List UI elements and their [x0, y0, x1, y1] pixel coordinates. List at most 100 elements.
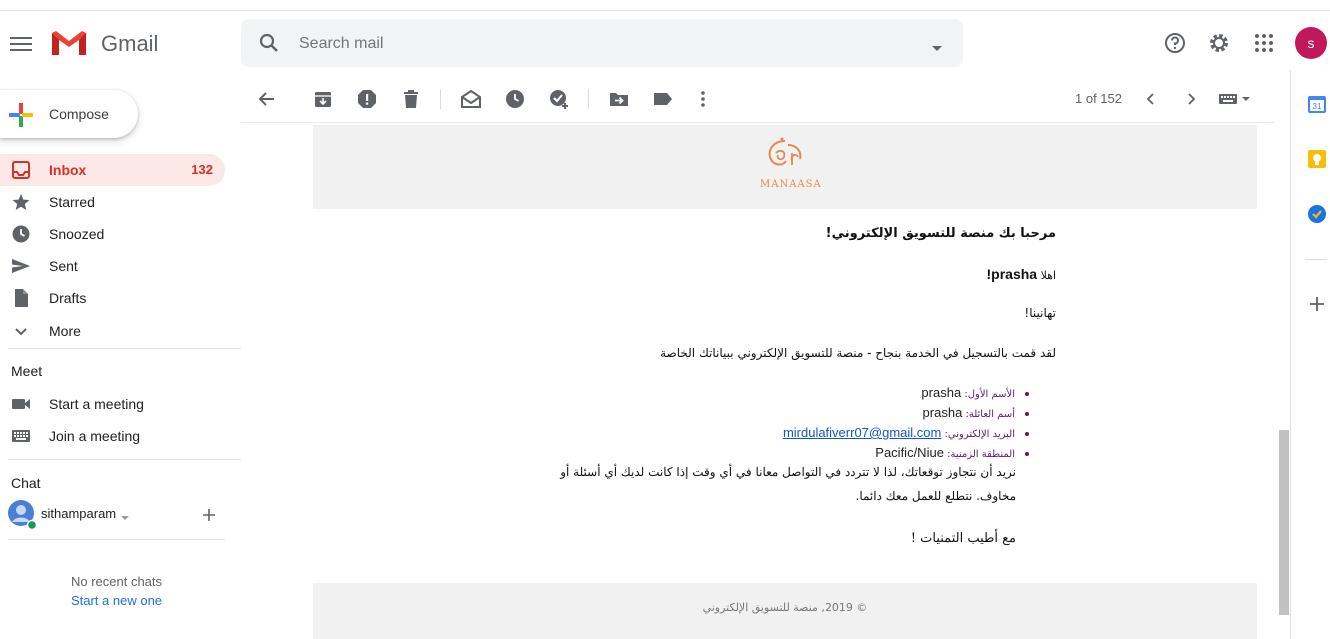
- keep-bulb-icon[interactable]: [1307, 149, 1327, 169]
- nav-item-starred[interactable]: Starred: [0, 186, 225, 218]
- draft-icon: [11, 288, 31, 308]
- field-value: Pacific/Niue: [875, 445, 944, 460]
- svg-text:31: 31: [1313, 102, 1322, 111]
- field-value: prasha: [921, 385, 962, 400]
- field-label: أسم العائلة:: [962, 409, 1015, 420]
- chat-user-name: sithamparam: [41, 506, 117, 521]
- greeting-prefix: اهلا: [1037, 269, 1056, 282]
- chevron-down-icon: [11, 321, 31, 341]
- add-chat-icon[interactable]: [202, 508, 216, 527]
- delete-trash-icon[interactable]: [400, 88, 422, 110]
- report-spam-icon[interactable]: [356, 88, 378, 110]
- nav-item-inbox[interactable]: Inbox 132: [0, 154, 225, 186]
- send-icon: [11, 256, 31, 276]
- footer-copyright: © 2019, منصة للتسويق الإلكتروني: [702, 601, 868, 614]
- nav-label: Drafts: [49, 290, 87, 306]
- mark-unread-icon[interactable]: [460, 88, 482, 110]
- no-recent-chats-text: No recent chats: [70, 574, 163, 589]
- nav-item-more[interactable]: More: [0, 315, 225, 347]
- account-avatar[interactable]: s: [1295, 27, 1327, 59]
- nav-item-snoozed[interactable]: Snoozed: [0, 218, 225, 250]
- email-greeting: اهلا prasha!: [800, 266, 1056, 283]
- scrollbar-thumb[interactable]: [1279, 430, 1289, 615]
- paragraph-line: نريد أن نتجاوز توقعاتك، لذا لا تتردد في …: [560, 465, 1016, 479]
- nav-item-sent[interactable]: Sent: [0, 250, 225, 282]
- star-icon: [11, 192, 31, 212]
- older-chevron-right-icon[interactable]: [1180, 88, 1202, 110]
- manaasa-logo-icon: [760, 135, 810, 184]
- side-panel-border: [1290, 70, 1291, 639]
- field-label: المنطقة الزمنية:: [943, 449, 1015, 460]
- inbox-icon: [11, 160, 31, 180]
- divider: [8, 539, 225, 540]
- email-welcome-heading: مرحبا بك منصة للتسويق الإلكتروني!: [825, 226, 1056, 241]
- archive-icon[interactable]: [312, 88, 334, 110]
- meet-heading: Meet: [11, 363, 43, 379]
- chevron-down-icon[interactable]: [120, 508, 130, 526]
- account-details-list: الأسم الأول: prasha أسم العائلة: prasha …: [760, 384, 1035, 464]
- move-to-icon[interactable]: [608, 88, 630, 110]
- video-camera-icon: [11, 394, 31, 414]
- start-meeting-label: Start a meeting: [49, 396, 144, 412]
- chat-user-item[interactable]: sithamparam: [8, 500, 238, 531]
- divider: [8, 459, 241, 460]
- toolbar-divider-line: [241, 122, 1274, 123]
- greeting-name: prasha!: [986, 266, 1038, 282]
- field-label: الأسم الأول:: [961, 389, 1015, 400]
- list-item: أسم العائلة: prasha: [760, 404, 1015, 424]
- search-options-icon[interactable]: [931, 39, 943, 57]
- email-footer: © 2019, منصة للتسويق الإلكتروني: [313, 583, 1257, 639]
- join-meeting-button[interactable]: Join a meeting: [0, 420, 225, 452]
- join-meeting-label: Join a meeting: [49, 428, 141, 444]
- nav-item-drafts[interactable]: Drafts: [0, 282, 225, 314]
- snooze-clock-icon[interactable]: [504, 88, 526, 110]
- email-address-link[interactable]: mirdulafiverr07@gmail.com: [783, 425, 941, 440]
- nav-label: Sent: [49, 258, 78, 274]
- email-paragraph: نريد أن نتجاوز توقعاتك، لذا لا تتردد في …: [520, 460, 1016, 508]
- user-avatar-icon: [8, 500, 38, 535]
- list-item: الأسم الأول: prasha: [760, 384, 1015, 404]
- paragraph-line: مخاوف. نتطلع للعمل معك دائما.: [855, 489, 1017, 503]
- gmail-logo-icon[interactable]: [50, 29, 88, 62]
- search-input[interactable]: [297, 31, 901, 57]
- main-menu-icon[interactable]: [10, 33, 32, 53]
- help-icon[interactable]: [1163, 31, 1187, 55]
- more-options-icon[interactable]: [692, 88, 714, 110]
- brand-logo-text: MANAASA: [760, 179, 822, 190]
- toolbar-divider: [440, 89, 441, 109]
- field-value: prasha: [922, 405, 963, 420]
- settings-gear-icon[interactable]: [1207, 31, 1231, 55]
- add-task-icon[interactable]: [548, 88, 570, 110]
- apps-grid-icon[interactable]: [1252, 31, 1276, 55]
- search-icon[interactable]: [257, 31, 281, 60]
- list-item: البريد الإلكتروني: mirdulafiverr07@gmail…: [760, 424, 1015, 444]
- toolbar-divider: [588, 89, 589, 109]
- search-bar[interactable]: [241, 19, 963, 67]
- pagination-count: 1 of 152: [1075, 91, 1122, 106]
- keyboard-icon: [11, 426, 31, 446]
- label-tag-icon[interactable]: [652, 88, 674, 110]
- compose-label: Compose: [49, 106, 109, 122]
- newer-chevron-left-icon[interactable]: [1140, 88, 1162, 110]
- compose-plus-icon: [8, 102, 34, 133]
- chat-heading: Chat: [11, 475, 41, 491]
- back-arrow-icon[interactable]: [256, 88, 278, 110]
- start-meeting-button[interactable]: Start a meeting: [0, 388, 225, 420]
- nav-label: Inbox: [49, 162, 87, 178]
- email-signoff: مع أطيب التمنيات !: [910, 531, 1016, 546]
- compose-button[interactable]: Compose: [0, 90, 138, 138]
- top-border: [0, 0, 1330, 11]
- nav-label: Starred: [49, 194, 95, 210]
- email-banner: MANAASA: [313, 125, 1257, 209]
- divider: [8, 348, 241, 349]
- start-new-chat-link[interactable]: Start a new one: [0, 593, 233, 608]
- app-name: Gmail: [101, 31, 159, 56]
- nav-label: Snoozed: [49, 226, 105, 242]
- calendar-icon[interactable]: 31: [1307, 94, 1327, 114]
- email-registered-text: لقد قمت بالتسجيل في الخدمة بنجاح - منصة …: [660, 346, 1056, 360]
- tasks-icon[interactable]: [1307, 204, 1327, 224]
- get-addons-plus-icon[interactable]: [1307, 294, 1327, 314]
- unread-count: 132: [191, 162, 213, 177]
- email-congrats: تهانينا!: [1024, 306, 1056, 320]
- input-tools-keyboard-icon[interactable]: [1218, 88, 1254, 110]
